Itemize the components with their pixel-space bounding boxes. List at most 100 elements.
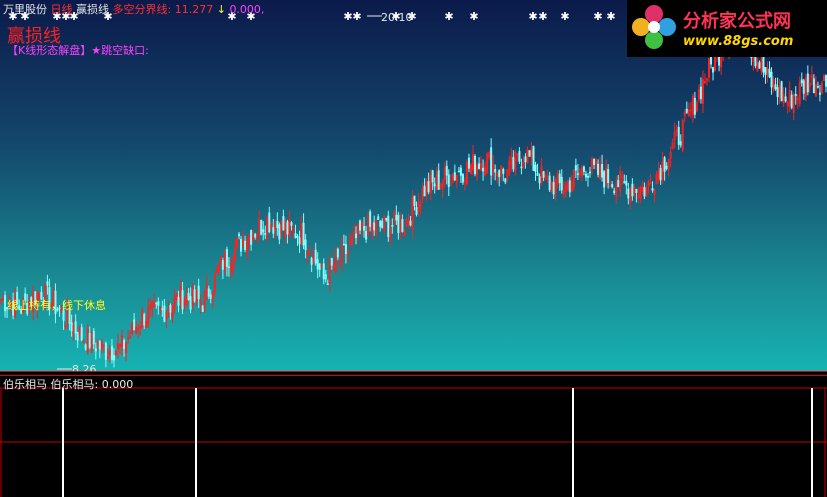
candle-body[interactable] bbox=[790, 94, 793, 108]
candle-body[interactable] bbox=[110, 345, 113, 360]
candle-body[interactable] bbox=[584, 173, 587, 178]
candle-body[interactable] bbox=[762, 54, 765, 73]
candle-body[interactable] bbox=[758, 62, 761, 69]
candle-body[interactable] bbox=[318, 263, 321, 270]
sub-indicator-panel[interactable] bbox=[0, 376, 827, 497]
candle-body[interactable] bbox=[712, 67, 715, 73]
candle-body[interactable] bbox=[326, 283, 329, 286]
candle-body[interactable] bbox=[607, 169, 610, 183]
period-label[interactable]: 日线 bbox=[51, 3, 73, 16]
candle-body[interactable] bbox=[88, 332, 91, 348]
candle-body[interactable] bbox=[276, 220, 279, 229]
candle-body[interactable] bbox=[490, 147, 493, 176]
candle-body[interactable] bbox=[133, 319, 136, 331]
candle-body[interactable] bbox=[298, 237, 301, 245]
candle-body[interactable] bbox=[84, 344, 87, 350]
candle-body[interactable] bbox=[635, 188, 638, 193]
candle-body[interactable] bbox=[453, 172, 456, 181]
candle-body[interactable] bbox=[806, 73, 809, 93]
candle-body[interactable] bbox=[824, 75, 827, 87]
candle-body[interactable] bbox=[623, 181, 626, 183]
candle-body[interactable] bbox=[262, 229, 265, 233]
candle-body[interactable] bbox=[290, 222, 293, 226]
candle-body[interactable] bbox=[286, 221, 289, 235]
candle-body[interactable] bbox=[433, 183, 436, 187]
candle-body[interactable] bbox=[431, 170, 434, 183]
candle-body[interactable] bbox=[498, 170, 501, 178]
candle-body[interactable] bbox=[459, 167, 462, 176]
candle-body[interactable] bbox=[457, 170, 460, 173]
candle-body[interactable] bbox=[187, 292, 190, 301]
candle-body[interactable] bbox=[445, 165, 448, 176]
candle-body[interactable] bbox=[447, 174, 450, 188]
candle-body[interactable] bbox=[94, 348, 97, 352]
candle-body[interactable] bbox=[324, 274, 327, 280]
candle-body[interactable] bbox=[532, 146, 535, 171]
candle-body[interactable] bbox=[413, 195, 416, 207]
candle-body[interactable] bbox=[415, 206, 418, 215]
candle-body[interactable] bbox=[474, 155, 477, 175]
candle-body[interactable] bbox=[369, 211, 372, 227]
candle-body[interactable] bbox=[336, 248, 339, 258]
candle-body[interactable] bbox=[155, 302, 158, 305]
candle-body[interactable] bbox=[363, 226, 366, 231]
candle-body[interactable] bbox=[764, 67, 767, 75]
candle-body[interactable] bbox=[818, 92, 821, 95]
candle-body[interactable] bbox=[359, 220, 362, 231]
candle-body[interactable] bbox=[627, 188, 630, 199]
candle-body[interactable] bbox=[143, 314, 146, 326]
candle-body[interactable] bbox=[387, 215, 390, 238]
candle-body[interactable] bbox=[643, 187, 646, 197]
candle-body[interactable] bbox=[385, 217, 388, 221]
candle-body[interactable] bbox=[574, 165, 577, 171]
candle-body[interactable] bbox=[344, 244, 347, 255]
stock-name[interactable]: 万里股份 bbox=[3, 3, 47, 16]
candle-body[interactable] bbox=[157, 301, 160, 306]
candle-body[interactable] bbox=[423, 185, 426, 197]
candle-body[interactable] bbox=[74, 321, 77, 334]
candle-body[interactable] bbox=[169, 304, 172, 313]
candle-body[interactable] bbox=[812, 78, 815, 94]
candle-body[interactable] bbox=[768, 68, 771, 78]
candle-body[interactable] bbox=[244, 240, 247, 251]
candle-body[interactable] bbox=[304, 239, 307, 251]
candle-body[interactable] bbox=[322, 263, 325, 280]
candle-body[interactable] bbox=[227, 266, 230, 269]
candle-body[interactable] bbox=[177, 296, 180, 306]
indicator-name[interactable]: 赢损线 bbox=[76, 3, 109, 16]
candle-body[interactable] bbox=[467, 157, 470, 169]
candle-body[interactable] bbox=[197, 285, 200, 300]
candle-body[interactable] bbox=[427, 181, 430, 193]
candle-body[interactable] bbox=[225, 249, 228, 267]
candle-body[interactable] bbox=[538, 176, 541, 184]
candle-body[interactable] bbox=[264, 233, 267, 235]
candle-body[interactable] bbox=[659, 167, 662, 181]
candle-body[interactable] bbox=[536, 172, 539, 176]
candle-body[interactable] bbox=[568, 180, 571, 193]
candle-body[interactable] bbox=[528, 150, 531, 157]
candle-body[interactable] bbox=[163, 305, 166, 322]
candle-body[interactable] bbox=[699, 86, 702, 100]
candle-body[interactable] bbox=[593, 158, 596, 165]
candle-body[interactable] bbox=[342, 243, 345, 246]
candle-body[interactable] bbox=[268, 212, 271, 233]
candle-body[interactable] bbox=[207, 288, 210, 297]
candle-body[interactable] bbox=[92, 330, 95, 345]
candle-body[interactable] bbox=[663, 157, 666, 172]
candle-body[interactable] bbox=[461, 174, 464, 183]
candle-body[interactable] bbox=[560, 176, 563, 191]
candle-body[interactable] bbox=[524, 156, 527, 163]
candle-body[interactable] bbox=[302, 222, 305, 246]
candle-body[interactable] bbox=[272, 227, 275, 234]
candle-body[interactable] bbox=[625, 180, 628, 186]
candle-body[interactable] bbox=[355, 233, 358, 239]
candle-body[interactable] bbox=[104, 343, 107, 360]
candle-body[interactable] bbox=[70, 322, 73, 332]
candle-body[interactable] bbox=[181, 290, 184, 310]
candle-body[interactable] bbox=[518, 151, 521, 162]
candle-body[interactable] bbox=[770, 71, 773, 88]
candle-body[interactable] bbox=[437, 170, 440, 190]
candle-body[interactable] bbox=[314, 249, 317, 264]
candle-body[interactable] bbox=[582, 166, 585, 172]
candle-body[interactable] bbox=[665, 165, 668, 169]
